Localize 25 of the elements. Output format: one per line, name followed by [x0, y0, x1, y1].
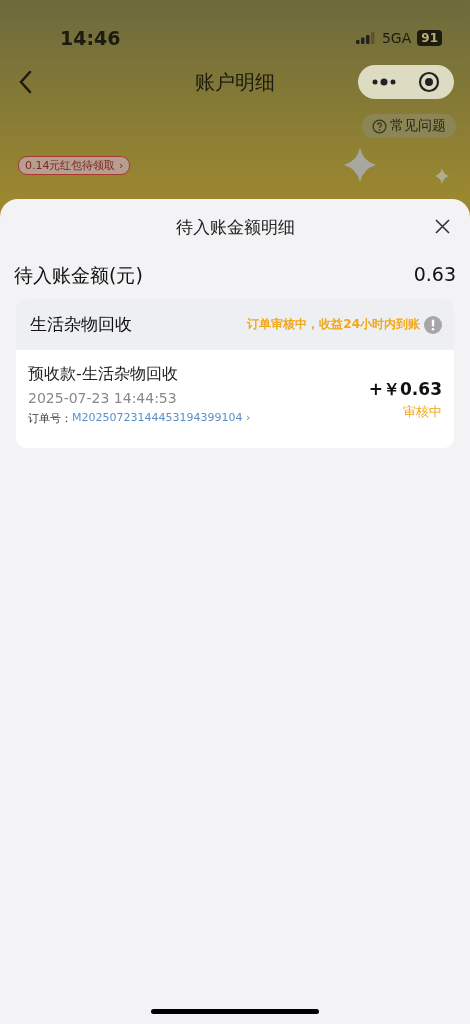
close-mini-program-icon[interactable] — [418, 71, 440, 93]
page-title: 账户明细 — [195, 68, 275, 96]
order-number-link[interactable]: M20250723144453194399104 › — [72, 411, 251, 426]
close-icon[interactable] — [435, 219, 450, 234]
faq-label: 常见问题 — [390, 117, 446, 135]
faq-button[interactable]: 常见问题 — [362, 114, 456, 138]
more-icon[interactable] — [372, 78, 396, 86]
status-time: 14:46 — [60, 27, 121, 49]
capsule-menu[interactable] — [358, 65, 454, 99]
back-icon[interactable] — [18, 70, 32, 94]
group-notice: 订单审核中，收益24小时内到账 — [247, 316, 420, 333]
signal-icon — [355, 32, 376, 44]
sheet-title: 待入账金额明细 — [175, 215, 295, 239]
summary-value: 0.63 — [413, 263, 456, 287]
entry-time: 2025-07-23 14:44:53 — [28, 390, 178, 406]
entry-title: 预收款-生活杂物回收 — [28, 364, 179, 385]
coupon-tag[interactable]: 0.14元红包待领取 › — [18, 156, 131, 175]
group-name: 生活杂物回收 — [30, 313, 133, 336]
network-label: 5GA — [381, 30, 412, 46]
order-label: 订单号： — [28, 411, 72, 426]
help-icon — [372, 118, 387, 134]
entry-status: 审核中 — [403, 403, 442, 421]
summary-label: 待入账金额(元) — [14, 263, 143, 288]
battery-level: 91 — [417, 30, 442, 46]
entry-amount: +￥0.63 — [368, 378, 442, 401]
